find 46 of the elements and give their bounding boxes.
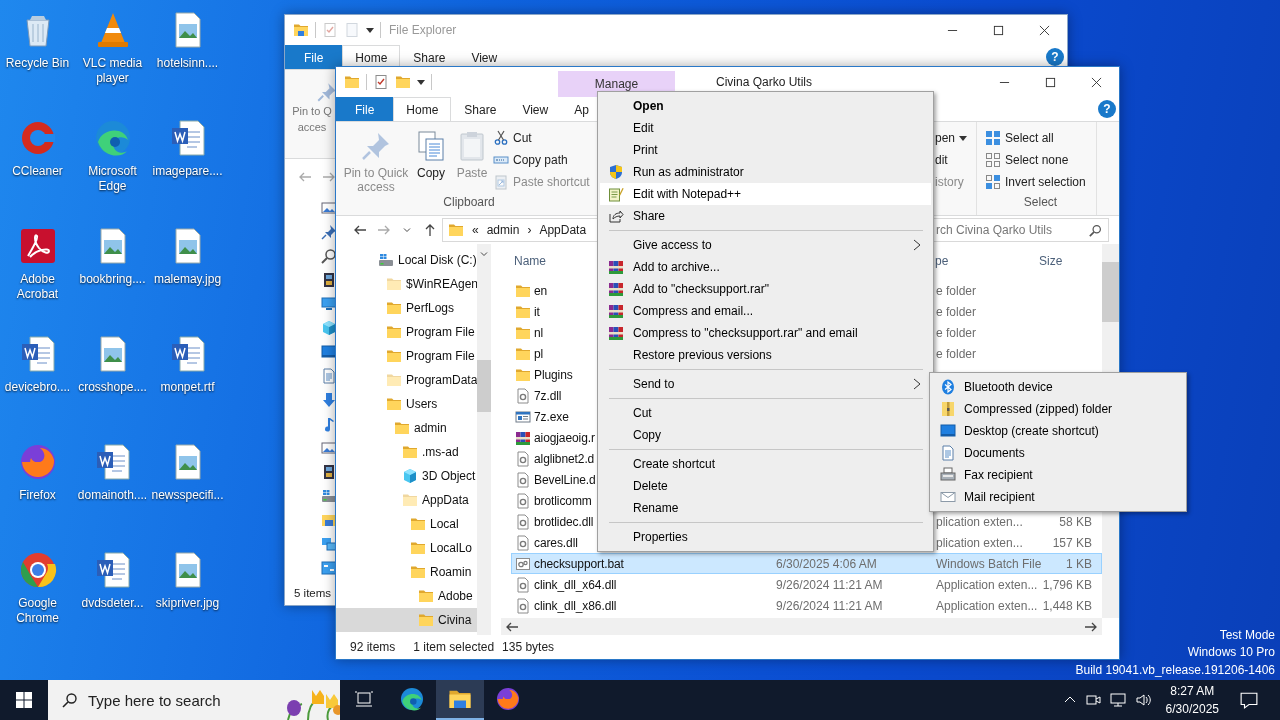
window-title: Civina Qarko Utils [716, 75, 813, 89]
status-text: 92 items [350, 640, 396, 654]
file-name: brotlidec.dll [534, 514, 594, 529]
file-type: e folder [936, 325, 978, 340]
file-size: 1 KB [1065, 556, 1092, 571]
file-type: Application exten... [936, 577, 1039, 592]
file-name: clink_dll_x64.dll [534, 577, 617, 592]
file-name: aiogjaeoig.r [534, 430, 595, 445]
window-title: File Explorer [389, 23, 457, 37]
file-name: alglibnet2.d [534, 451, 595, 466]
status-text: 135 bytes [502, 640, 555, 654]
status-text: 1 item selected [413, 640, 495, 654]
file-date: 9/26/2024 11:21 AM [776, 598, 884, 613]
file-name: clink_dll_x86.dll [534, 598, 617, 613]
file-date: 6/30/2025 4:06 AM [776, 556, 878, 571]
system-text: Windows 10 Pro [1187, 644, 1275, 661]
file-name: en [534, 283, 548, 298]
file-name: Plugins [534, 367, 573, 382]
file-name: pl [534, 346, 544, 361]
group-label: Select [1022, 195, 1059, 211]
file-name: brotlicomm [534, 493, 592, 508]
group-label: Clipboard [442, 195, 496, 211]
ribbon-label: acces [296, 120, 328, 134]
file-type: e folder [936, 283, 978, 298]
file-name: 7z.exe [534, 409, 569, 424]
file-size: 1,796 KB [1041, 577, 1092, 592]
file-type: Application exten... [936, 598, 1039, 613]
file-size: 58 KB [1058, 514, 1092, 529]
file-name: 7z.dll [534, 388, 562, 403]
file-type: e folder [936, 304, 978, 319]
system-text: Build 19041.vb_release.191206-1406 [1075, 661, 1275, 679]
status-text: 5 items [294, 587, 332, 599]
file-name: BevelLine.d [534, 472, 596, 487]
file-name: checksupport.bat [534, 556, 624, 571]
file-type: plication exten... [936, 535, 1024, 550]
file-type: plication exten... [936, 514, 1024, 529]
file-size: 1,448 KB [1041, 598, 1092, 613]
file-size: 157 KB [1051, 535, 1092, 550]
file-name: it [534, 304, 540, 319]
file-date: 9/26/2024 11:21 AM [776, 577, 884, 592]
file-name: nl [534, 325, 544, 340]
system-text: Test Mode [1219, 626, 1275, 644]
file-type: Windows Batch File [936, 556, 1040, 571]
file-name: cares.dll [534, 535, 578, 550]
file-type: e folder [936, 346, 978, 361]
ribbon-label: Pin to Q [291, 104, 333, 118]
